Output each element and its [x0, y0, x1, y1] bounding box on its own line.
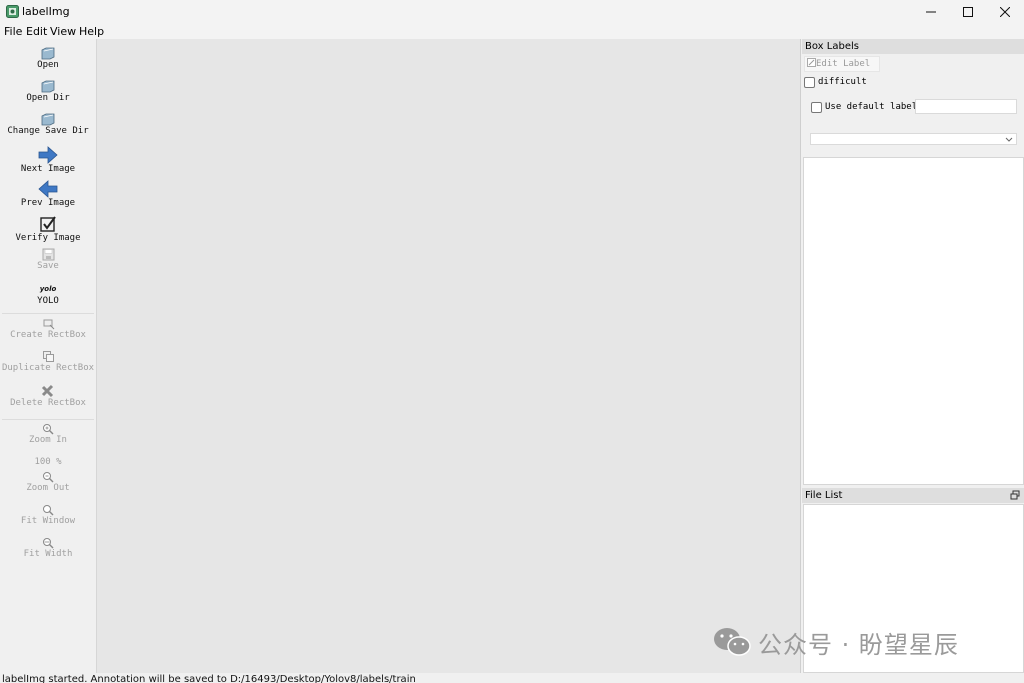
box-labels-title: Box Labels: [802, 39, 1024, 54]
folder-open-icon: [41, 113, 55, 126]
change-save-dir-button[interactable]: Change Save Dir: [0, 112, 96, 136]
box-labels-dock: Box Labels Edit Label difficult Use defa…: [802, 39, 1024, 486]
maximize-icon: [963, 7, 973, 17]
save-label: Save: [37, 261, 59, 271]
zoom-out-label: Zoom Out: [26, 483, 70, 493]
open-button[interactable]: Open: [0, 46, 96, 70]
delete-rectbox-label: Delete RectBox: [10, 398, 86, 408]
status-text: labelImg started. Annotation will be sav…: [2, 674, 416, 683]
checkbox-checked-icon: [40, 216, 56, 232]
fit-width-button[interactable]: Fit Width: [0, 537, 96, 559]
delete-rectbox-button[interactable]: Delete RectBox: [0, 384, 96, 408]
next-image-label: Next Image: [20, 164, 76, 174]
zoom-in-label: Zoom In: [29, 435, 67, 445]
open-dir-button[interactable]: Open Dir: [0, 79, 96, 103]
float-dock-icon[interactable]: [1010, 490, 1020, 500]
maximize-button[interactable]: [949, 0, 987, 24]
create-rectbox-button[interactable]: Create RectBox: [0, 317, 96, 340]
label-combobox[interactable]: [810, 133, 1017, 145]
tools-toolbar: Open Open Dir Change Save Dir Next Image…: [0, 39, 97, 673]
zoom-out-button[interactable]: Zoom Out: [0, 471, 96, 493]
zoom-in-icon: [43, 424, 54, 435]
close-icon: [1000, 7, 1010, 17]
zoom-out-icon: [43, 472, 54, 483]
open-label: Open: [37, 60, 59, 70]
duplicate-rectbox-label: Duplicate RectBox: [1, 363, 95, 373]
edit-label-button[interactable]: Edit Label: [804, 56, 880, 72]
delete-x-icon: [41, 384, 54, 398]
menu-help[interactable]: Help: [79, 25, 104, 38]
fit-width-icon: [43, 538, 54, 549]
format-label: YOLO: [37, 296, 59, 306]
format-yolo-button[interactable]: yolo YOLO: [0, 283, 96, 306]
fit-window-label: Fit Window: [20, 516, 76, 526]
wechat-icon: [714, 628, 751, 656]
folder-open-icon: [41, 47, 55, 60]
zoom-in-button[interactable]: Zoom In: [0, 423, 96, 445]
minimize-button[interactable]: [912, 0, 950, 24]
window-title: labelImg: [22, 5, 70, 18]
prev-image-button[interactable]: Prev Image: [0, 180, 96, 208]
difficult-label: difficult: [818, 77, 867, 87]
next-image-button[interactable]: Next Image: [0, 146, 96, 174]
fit-width-label: Fit Width: [23, 549, 73, 559]
verify-image-label: Verify Image: [15, 233, 81, 243]
toolbar-separator: [2, 419, 94, 420]
edit-icon: [807, 58, 816, 67]
create-rectbox-icon: [43, 319, 54, 330]
watermark-text: 公众号 · 盼望星辰: [758, 630, 959, 659]
create-rectbox-label: Create RectBox: [10, 330, 86, 340]
use-default-label-label: Use default label: [825, 102, 918, 112]
prev-image-label: Prev Image: [20, 198, 76, 208]
open-dir-label: Open Dir: [26, 93, 70, 103]
copy-icon: [42, 351, 54, 362]
minimize-icon: [926, 11, 936, 13]
chevron-down-icon: [1005, 137, 1013, 142]
status-bar: labelImg started. Annotation will be sav…: [0, 673, 1024, 683]
menu-file[interactable]: File: [4, 25, 22, 38]
watermark: 公众号 · 盼望星辰: [712, 626, 959, 659]
menu-edit[interactable]: Edit: [26, 25, 47, 38]
title-bar: labelImg: [0, 0, 1024, 25]
close-button[interactable]: [986, 0, 1024, 24]
difficult-checkbox[interactable]: [804, 77, 815, 88]
verify-image-button[interactable]: Verify Image: [0, 215, 96, 243]
change-save-dir-label: Change Save Dir: [7, 126, 89, 136]
zoom-level-value: 100 %: [34, 457, 62, 467]
toolbar-separator: [2, 313, 94, 314]
fit-window-icon: [43, 505, 54, 516]
image-canvas[interactable]: [97, 39, 801, 673]
default-label-input[interactable]: [915, 99, 1017, 114]
folder-open-icon: [41, 80, 55, 93]
save-icon: [42, 248, 54, 261]
arrow-right-icon: [38, 146, 58, 164]
labelimg-app-icon: [6, 5, 19, 18]
arrow-left-icon: [38, 180, 58, 198]
zoom-spinbox[interactable]: 100 %: [0, 457, 96, 467]
fit-window-button[interactable]: Fit Window: [0, 504, 96, 526]
menu-view[interactable]: View: [50, 25, 76, 38]
duplicate-rectbox-button[interactable]: Duplicate RectBox: [0, 350, 96, 373]
save-button[interactable]: Save: [0, 248, 96, 271]
file-list-title: File List: [802, 488, 1024, 503]
edit-label-text: Edit Label: [816, 59, 871, 69]
use-default-label-checkbox[interactable]: [811, 102, 822, 113]
label-list[interactable]: [803, 157, 1024, 485]
menu-bar: File Edit View Help: [0, 24, 1024, 39]
yolo-icon: yolo: [39, 285, 57, 293]
